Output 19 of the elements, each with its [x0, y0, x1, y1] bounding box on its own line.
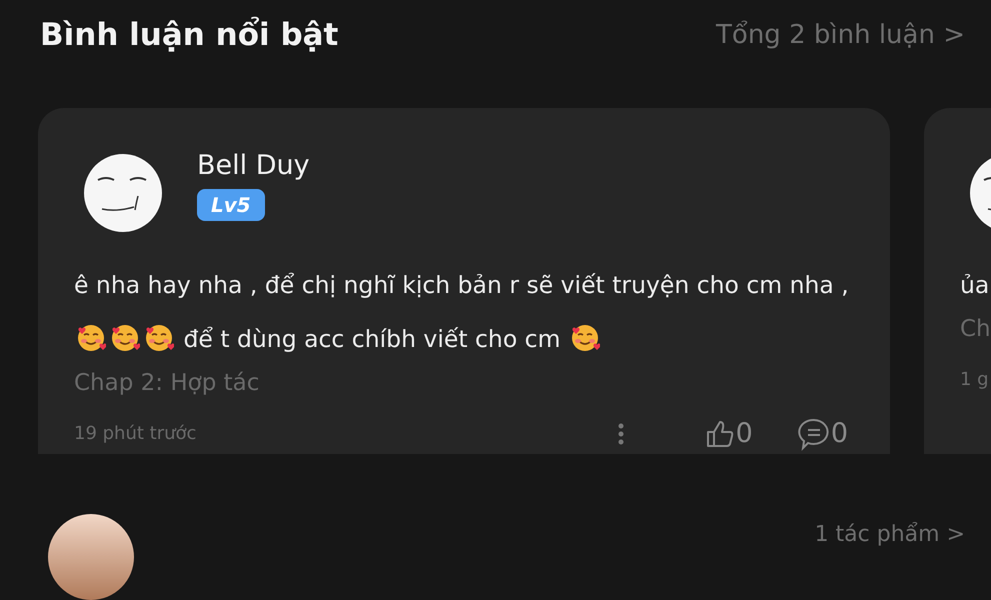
smiling-face-hearts-icon	[110, 322, 140, 353]
section-title: Bình luận nổi bật	[40, 16, 338, 53]
chapter-label: Ch	[960, 316, 991, 342]
more-icon[interactable]	[618, 422, 624, 446]
like-count: 0	[736, 418, 753, 450]
chapter-label: Chap 2: Hợp tác	[74, 370, 260, 396]
smiling-face-hearts-icon	[570, 322, 600, 353]
reply-count: 0	[830, 418, 848, 450]
smiling-face-hearts-icon	[76, 322, 106, 353]
speech-bubble-icon[interactable]	[796, 416, 831, 451]
user-name: Bell Duy	[197, 150, 310, 181]
comment-text: ê nha hay nha , để chị nghĩ kịch bản r sẽ viết truyện cho cm nha , để t dùng acc chíbh viết cho cm	[74, 270, 850, 355]
works-link[interactable]: 1 tác phẩm >	[814, 522, 965, 600]
level-badge: Lv5	[197, 188, 265, 221]
smiling-face-hearts-icon	[144, 322, 174, 353]
comment-time: 1 g	[960, 369, 990, 390]
comment-text: ủa	[960, 270, 990, 301]
comment-time: 19 phút trước	[74, 423, 198, 444]
total-comments-link[interactable]: Tổng 2 bình luận >	[716, 20, 965, 50]
